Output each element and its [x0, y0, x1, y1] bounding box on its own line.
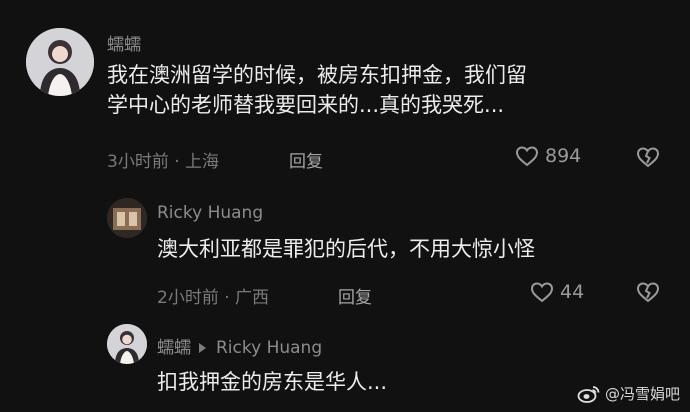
watermark: @冯雪娟吧 — [577, 383, 680, 404]
broken-heart-icon — [636, 147, 660, 168]
watermark-text: @冯雪娟吧 — [604, 385, 680, 403]
comment-text-line-2: 学中心的老师替我要回来的...真的我哭死... — [107, 93, 505, 118]
comment-time-location: 3小时前 · 上海 — [107, 152, 220, 172]
avatar[interactable] — [107, 324, 147, 364]
comment-username[interactable]: 蠕蠕 — [107, 30, 141, 55]
comment-text-line-1: 我在澳洲留学的时候，被房东扣押金，我们留 — [107, 63, 527, 87]
like-button[interactable]: 44 — [530, 281, 584, 303]
replied-to-username[interactable]: Ricky Huang — [216, 338, 322, 358]
avatar-photo-icon — [107, 198, 147, 238]
avatar-illustration-icon — [26, 28, 94, 96]
reply-text: 扣我押金的房东是华人... — [157, 370, 388, 394]
reply-arrow-icon — [199, 343, 206, 353]
avatar[interactable] — [26, 28, 94, 96]
reply-button[interactable]: 回复 — [338, 283, 372, 308]
heart-outline-icon — [530, 282, 554, 303]
like-count: 44 — [560, 281, 585, 303]
dislike-button[interactable] — [636, 146, 660, 172]
heart-outline-icon — [515, 146, 539, 167]
reply-button[interactable]: 回复 — [289, 147, 323, 172]
reply-time-location: 2小时前 · 广西 — [157, 288, 270, 308]
reply-username[interactable]: Ricky Huang — [157, 203, 263, 223]
avatar-illustration-icon — [107, 324, 147, 364]
weibo-logo-icon — [577, 385, 600, 403]
broken-heart-icon — [636, 282, 660, 303]
comment-text: 我在澳洲留学的时候，被房东扣押金，我们留 学中心的老师替我要回来的...真的我哭… — [107, 60, 667, 121]
reply-header: 蠕蠕 Ricky Huang — [157, 333, 322, 358]
reply-username[interactable]: 蠕蠕 — [157, 338, 191, 358]
like-button[interactable]: 894 — [515, 145, 581, 167]
reply-text: 澳大利亚都是罪犯的后代，不用大惊小怪 — [157, 237, 535, 261]
avatar[interactable] — [107, 198, 147, 238]
dislike-button[interactable] — [636, 281, 660, 307]
like-count: 894 — [545, 145, 582, 167]
